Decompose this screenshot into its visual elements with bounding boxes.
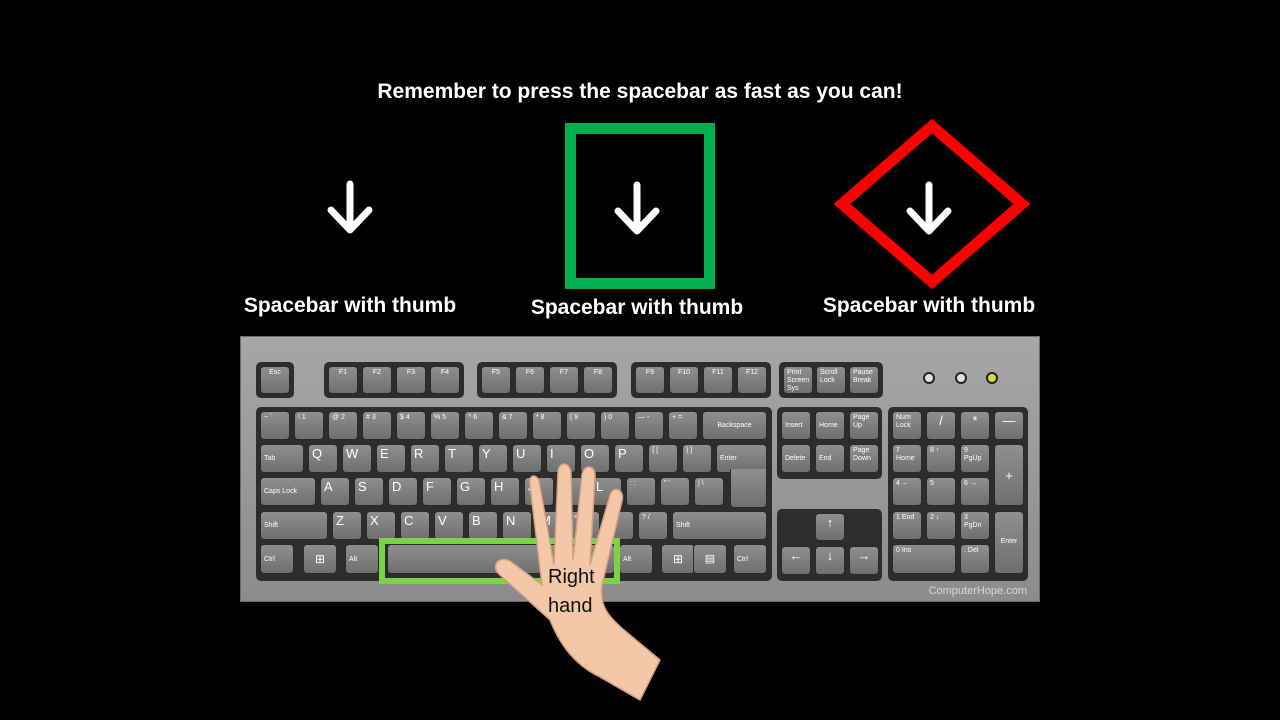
key-r: R bbox=[410, 444, 440, 473]
key-f8: F8 bbox=[583, 366, 613, 394]
key-right-bracket: } ] bbox=[682, 444, 712, 473]
key-num-3: 3 PgDn bbox=[960, 511, 990, 540]
key-left: ← bbox=[781, 546, 811, 575]
key-8: * 8 bbox=[532, 411, 562, 440]
key-f9: F9 bbox=[635, 366, 665, 394]
key-4: $ 4 bbox=[396, 411, 426, 440]
key-9: ( 9 bbox=[566, 411, 596, 440]
key-num-lock: Num Lock bbox=[892, 411, 922, 440]
cue-caption-red: Spacebar with thumb bbox=[822, 294, 1036, 317]
menu-icon: ▤ bbox=[693, 544, 727, 574]
key-esc: Esc bbox=[260, 366, 290, 394]
key-num-enter: Enter bbox=[994, 511, 1024, 574]
key-num-minus: — bbox=[994, 411, 1024, 440]
key-tab: Tab bbox=[260, 444, 304, 473]
key-f3: F3 bbox=[396, 366, 426, 394]
key-right-ctrl: Ctrl bbox=[733, 544, 767, 574]
key-s: S bbox=[354, 477, 384, 506]
key-end: End bbox=[815, 444, 845, 473]
key-w: W bbox=[342, 444, 372, 473]
key-num-2: 2 ↓ bbox=[926, 511, 956, 540]
key-delete: Delete bbox=[781, 444, 811, 473]
key-page-down: Page Down bbox=[849, 444, 879, 473]
key-1: ! 1 bbox=[294, 411, 324, 440]
key-caps-lock: Caps Lock bbox=[260, 477, 316, 506]
windows-icon: ⊞ bbox=[303, 544, 337, 574]
key-num-6: 6 → bbox=[960, 477, 990, 506]
key-c: C bbox=[400, 511, 430, 540]
key-f: F bbox=[422, 477, 452, 506]
key-f5: F5 bbox=[481, 366, 511, 394]
key-page-up: Page Up bbox=[849, 411, 879, 440]
hand-label-line-2: hand bbox=[548, 595, 593, 617]
key-z: Z bbox=[332, 511, 362, 540]
key-v: V bbox=[434, 511, 464, 540]
key-print-screen: Print Screen Sys Rq bbox=[783, 366, 813, 394]
key-equals: + = bbox=[668, 411, 698, 440]
key-num-period: . Del bbox=[960, 544, 990, 574]
key-f6: F6 bbox=[515, 366, 545, 394]
key-num-5: 5 bbox=[926, 477, 956, 506]
key-f12: F12 bbox=[737, 366, 767, 394]
key-scroll-lock: Scroll Lock bbox=[816, 366, 846, 394]
key-backspace: Backspace bbox=[702, 411, 767, 440]
key-a: A bbox=[320, 477, 350, 506]
key-f11: F11 bbox=[703, 366, 733, 394]
key-6: ^ 6 bbox=[464, 411, 494, 440]
key-q: Q bbox=[308, 444, 338, 473]
key-up: ↑ bbox=[815, 513, 845, 541]
key-f10: F10 bbox=[669, 366, 699, 394]
key-num-8: 8 ↑ bbox=[926, 444, 956, 473]
cue-caption-green: Spacebar with thumb bbox=[530, 296, 744, 319]
key-right: → bbox=[849, 546, 879, 575]
key-e: E bbox=[376, 444, 406, 473]
down-arrow-icon bbox=[614, 181, 660, 235]
key-num-7: 7 Home bbox=[892, 444, 922, 473]
brand-watermark: ComputerHope.com bbox=[928, 585, 1027, 597]
key-num-plus: + bbox=[994, 444, 1024, 506]
key-num-0: 0 Ins bbox=[892, 544, 956, 574]
key-num-4: 4 ← bbox=[892, 477, 922, 506]
hand-label-line-1: Right bbox=[548, 566, 595, 588]
key-num-divide: / bbox=[926, 411, 956, 440]
instruction-text: Remember to press the spacebar as fast a… bbox=[377, 80, 903, 103]
key-d: D bbox=[388, 477, 418, 506]
down-arrow-icon bbox=[906, 181, 952, 235]
key-7: & 7 bbox=[498, 411, 528, 440]
key-right-shift: Shift bbox=[672, 511, 767, 540]
down-arrow-icon bbox=[327, 180, 373, 234]
key-left-ctrl: Ctrl bbox=[260, 544, 294, 574]
key-0: ) 0 bbox=[600, 411, 630, 440]
key-pause-break: Pause Break bbox=[849, 366, 879, 394]
key-backtick: ~ ` bbox=[260, 411, 290, 440]
key-backslash: | \ bbox=[694, 477, 724, 506]
key-enter-lower bbox=[730, 469, 767, 508]
key-down: ↓ bbox=[815, 546, 845, 575]
hand-label: Right hand bbox=[548, 563, 595, 621]
key-left-alt: Alt bbox=[345, 544, 379, 574]
key-2: @ 2 bbox=[328, 411, 358, 440]
key-f2: F2 bbox=[362, 366, 392, 394]
key-num-multiply: * bbox=[960, 411, 990, 440]
key-insert: Insert bbox=[781, 411, 811, 440]
key-f1: F1 bbox=[328, 366, 358, 394]
key-home: Home bbox=[815, 411, 845, 440]
key-num-1: 1 End bbox=[892, 511, 922, 540]
key-5: % 5 bbox=[430, 411, 460, 440]
key-f7: F7 bbox=[549, 366, 579, 394]
cue-caption-plain: Spacebar with thumb bbox=[243, 294, 457, 317]
key-left-shift: Shift bbox=[260, 511, 328, 540]
key-minus: — - bbox=[634, 411, 664, 440]
key-x: X bbox=[366, 511, 396, 540]
key-3: # 3 bbox=[362, 411, 392, 440]
key-num-9: 9 PgUp bbox=[960, 444, 990, 473]
key-f4: F4 bbox=[430, 366, 460, 394]
